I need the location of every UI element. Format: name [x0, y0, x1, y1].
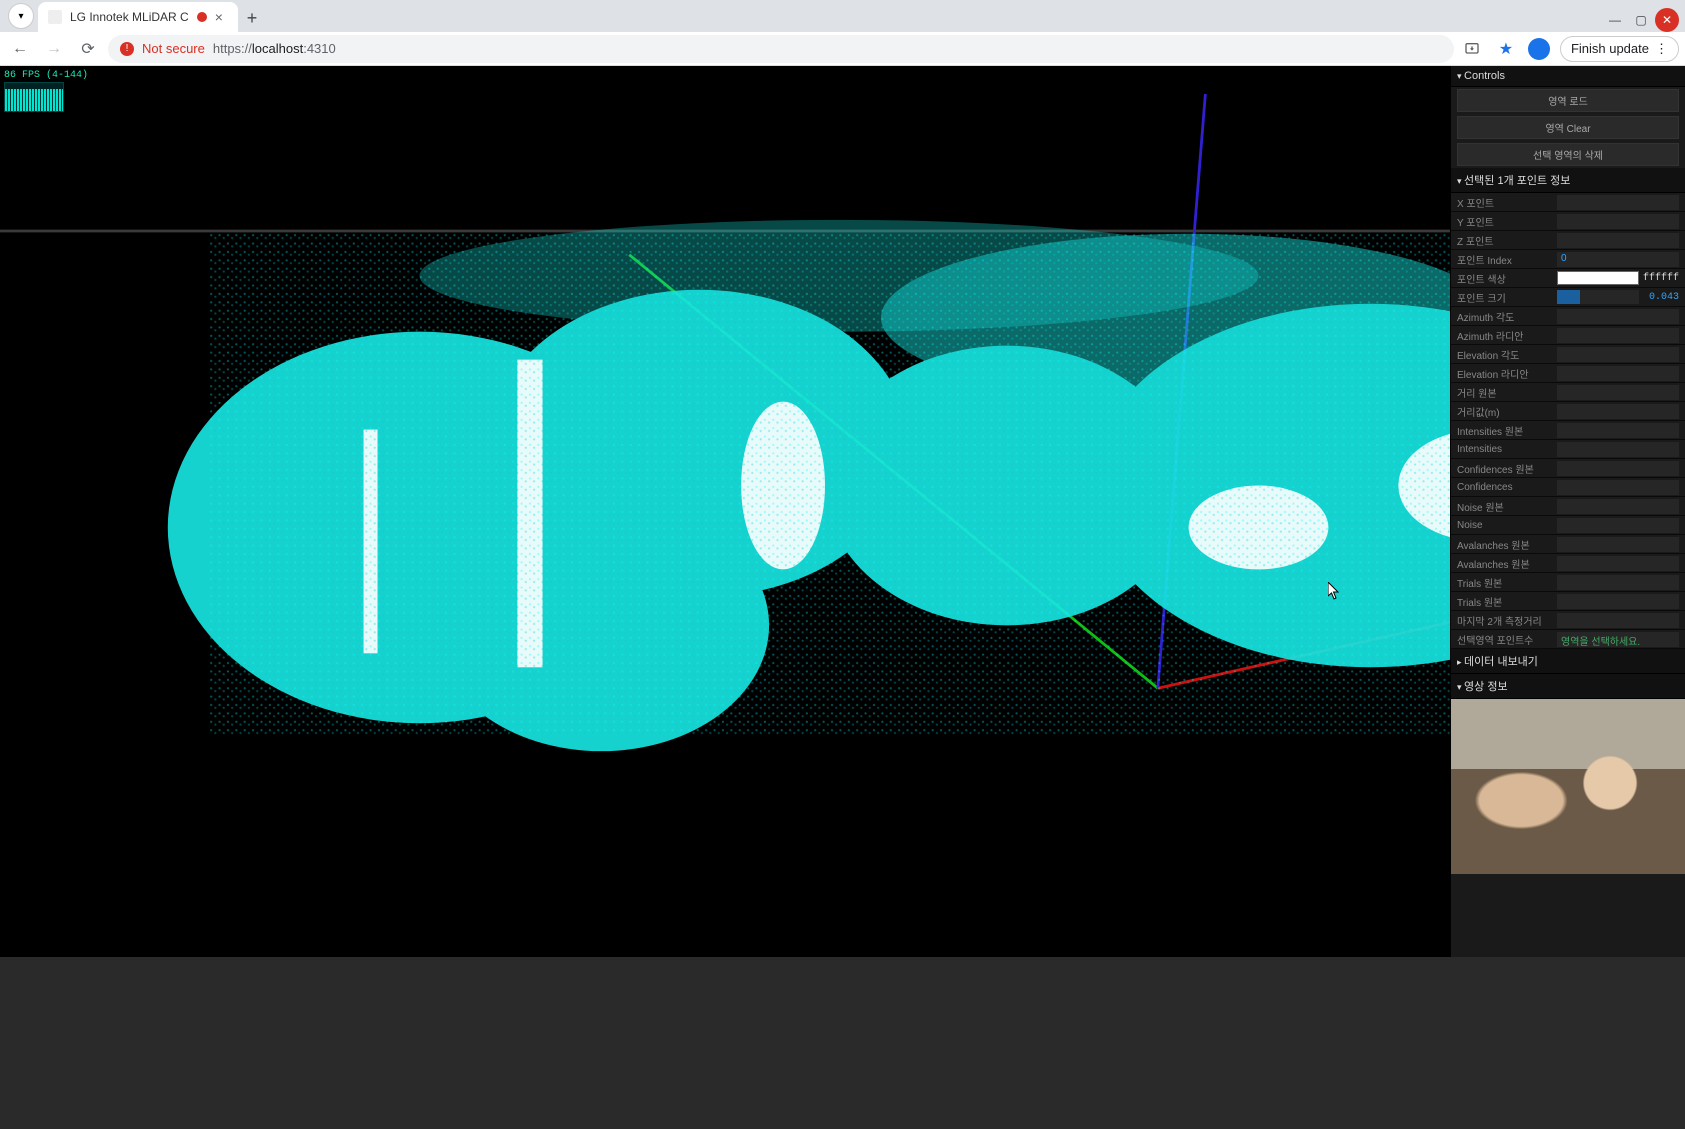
window-minimize-button[interactable]: —	[1603, 8, 1627, 32]
point-size-value: 0.043	[1643, 292, 1679, 303]
point-size-slider[interactable]	[1557, 290, 1639, 304]
azimuth-rad-label: Azimuth 라디안	[1457, 328, 1553, 343]
tab-close-button[interactable]: ×	[215, 9, 223, 25]
selected-area-points-label: 선택영역 포인트수	[1457, 632, 1553, 647]
avalanches-raw2-label: Avalanches 원본	[1457, 556, 1553, 571]
install-app-icon[interactable]	[1460, 37, 1484, 61]
avalanches-raw-label: Avalanches 원본	[1457, 537, 1553, 552]
trials-raw2-label: Trials 원본	[1457, 594, 1553, 609]
y-point-value[interactable]	[1557, 214, 1679, 229]
window-controls: — ▢ ✕	[1603, 8, 1685, 32]
distance-m-value[interactable]	[1557, 404, 1679, 419]
elevation-rad-label: Elevation 라디안	[1457, 366, 1553, 381]
url-scheme: https://	[213, 41, 252, 56]
noise-value[interactable]	[1557, 518, 1679, 533]
url-host: localhost	[252, 41, 303, 56]
camera-preview	[1451, 699, 1685, 874]
tab-strip: ▾ LG Innotek MLiDAR C × + — ▢ ✕	[0, 0, 1685, 32]
point-info-section-header[interactable]: 선택된 1개 포인트 정보	[1451, 168, 1685, 193]
y-point-label: Y 포인트	[1457, 214, 1553, 229]
trials-raw2-value[interactable]	[1557, 594, 1679, 609]
finish-update-button[interactable]: Finish update ⋮	[1560, 36, 1679, 62]
area-clear-button[interactable]: 영역 Clear	[1457, 116, 1679, 139]
confidences-raw-label: Confidences 원본	[1457, 461, 1553, 476]
reload-button[interactable]: ⟳	[74, 35, 102, 63]
browser-tab[interactable]: LG Innotek MLiDAR C ×	[38, 2, 238, 32]
recording-indicator-icon	[197, 12, 207, 22]
point-color-swatch[interactable]	[1557, 271, 1639, 285]
avalanches-raw2-value[interactable]	[1557, 556, 1679, 571]
last-2-distance-label: 마지막 2개 측정거리	[1457, 613, 1553, 628]
lidar-viewport[interactable]: 86 FPS (4-144)	[0, 66, 1685, 957]
noise-raw-label: Noise 원본	[1457, 499, 1553, 514]
chevron-down-icon: ▾	[18, 11, 23, 22]
selected-area-points-value[interactable]: 영역을 선택하세요.	[1557, 632, 1679, 647]
tab-search-button[interactable]: ▾	[8, 3, 34, 29]
point-index-value[interactable]: 0	[1557, 252, 1679, 267]
azimuth-rad-value[interactable]	[1557, 328, 1679, 343]
controls-section-header[interactable]: Controls	[1451, 66, 1685, 87]
noise-label: Noise	[1457, 520, 1553, 531]
tab-title: LG Innotek MLiDAR C	[70, 10, 189, 24]
distance-m-label: 거리값(m)	[1457, 404, 1553, 419]
trials-raw-value[interactable]	[1557, 575, 1679, 590]
window-maximize-button[interactable]: ▢	[1629, 8, 1653, 32]
elevation-deg-value[interactable]	[1557, 347, 1679, 362]
point-color-label: 포인트 색상	[1457, 271, 1553, 286]
profile-avatar[interactable]	[1528, 38, 1550, 60]
delete-selected-area-button[interactable]: 선택 영역의 삭제	[1457, 143, 1679, 166]
back-button[interactable]: ←	[6, 35, 34, 63]
confidences-raw-value[interactable]	[1557, 461, 1679, 476]
distance-raw-label: 거리 원본	[1457, 385, 1553, 400]
noise-raw-value[interactable]	[1557, 499, 1679, 514]
trials-raw-label: Trials 원본	[1457, 575, 1553, 590]
window-close-button[interactable]: ✕	[1655, 8, 1679, 32]
forward-button[interactable]: →	[40, 35, 68, 63]
point-size-label: 포인트 크기	[1457, 290, 1553, 305]
intensities-raw-value[interactable]	[1557, 423, 1679, 438]
point-index-label: 포인트 Index	[1457, 252, 1553, 267]
x-point-value[interactable]	[1557, 195, 1679, 210]
azimuth-deg-value[interactable]	[1557, 309, 1679, 324]
last-2-distance-value[interactable]	[1557, 613, 1679, 628]
z-point-value[interactable]	[1557, 233, 1679, 248]
intensities-raw-label: Intensities 원본	[1457, 423, 1553, 438]
elevation-rad-value[interactable]	[1557, 366, 1679, 381]
tab-favicon	[48, 10, 62, 24]
address-bar: ← → ⟳ ! Not secure https://localhost:431…	[0, 32, 1685, 66]
intensities-label: Intensities	[1457, 444, 1553, 455]
url-port: :4310	[303, 41, 336, 56]
controls-panel: Controls 영역 로드 영역 Clear 선택 영역의 삭제 선택된 1개…	[1450, 66, 1685, 957]
confidences-label: Confidences	[1457, 482, 1553, 493]
intensities-value[interactable]	[1557, 442, 1679, 457]
finish-update-label: Finish update	[1571, 41, 1649, 56]
z-point-label: Z 포인트	[1457, 233, 1553, 248]
distance-raw-value[interactable]	[1557, 385, 1679, 400]
point-cloud-canvas[interactable]	[0, 66, 1685, 1129]
new-tab-button[interactable]: +	[238, 4, 266, 32]
not-secure-icon: !	[120, 42, 134, 56]
export-section-header[interactable]: 데이터 내보내기	[1451, 649, 1685, 674]
x-point-label: X 포인트	[1457, 195, 1553, 210]
bookmark-star-icon[interactable]: ★	[1494, 37, 1518, 61]
confidences-value[interactable]	[1557, 480, 1679, 495]
not-secure-label: Not secure	[142, 41, 205, 56]
area-load-button[interactable]: 영역 로드	[1457, 89, 1679, 112]
elevation-deg-label: Elevation 각도	[1457, 347, 1553, 362]
azimuth-deg-label: Azimuth 각도	[1457, 309, 1553, 324]
url-input[interactable]: ! Not secure https://localhost:4310	[108, 35, 1454, 63]
point-info-body: X 포인트 Y 포인트 Z 포인트 포인트 Index 0 포인트 색상 ffff…	[1451, 193, 1685, 649]
kebab-menu-icon: ⋮	[1655, 41, 1668, 57]
point-color-hex: ffffff	[1643, 273, 1679, 284]
avalanches-raw-value[interactable]	[1557, 537, 1679, 552]
video-section-header[interactable]: 영상 정보	[1451, 674, 1685, 699]
